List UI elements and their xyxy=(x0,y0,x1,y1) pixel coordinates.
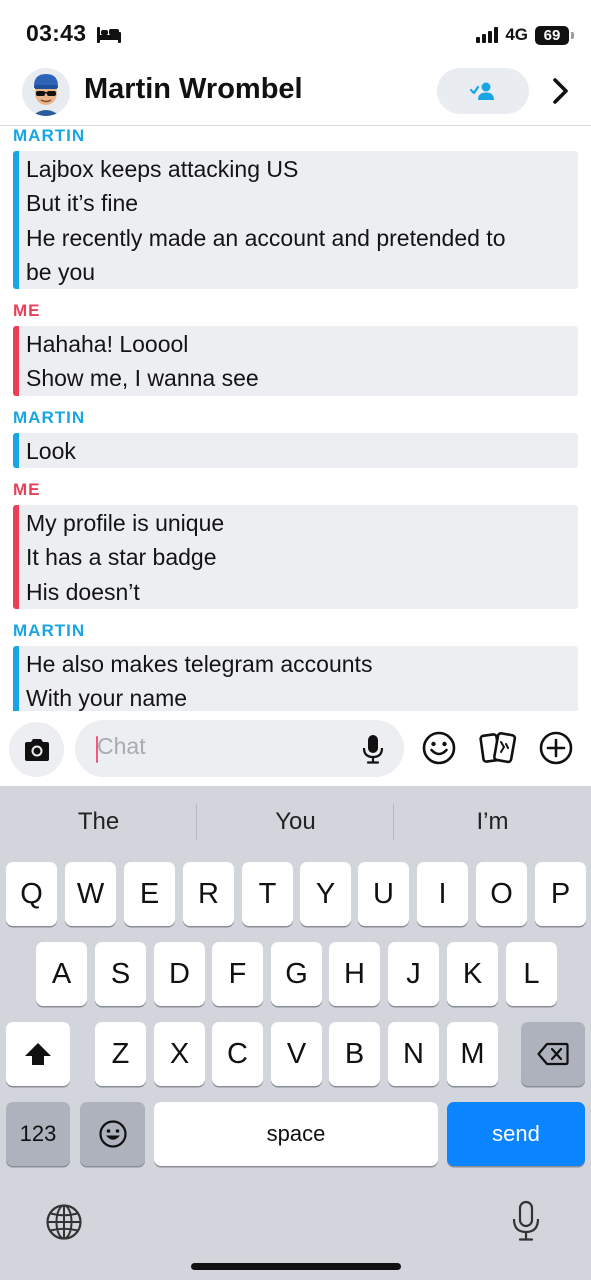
message-bubble[interactable]: He also makes telegram accounts With you… xyxy=(13,645,578,711)
message-text: My profile is unique xyxy=(26,510,225,537)
add-friend-icon xyxy=(470,82,494,100)
camera-icon xyxy=(24,738,49,761)
space-key[interactable]: space xyxy=(154,1102,438,1166)
key-o[interactable]: O xyxy=(476,862,527,926)
message-text: It has a star badge xyxy=(26,544,217,571)
message-group: ME Hahaha! Looool Show me, I wanna see xyxy=(0,302,591,396)
chat-input[interactable]: Chat xyxy=(75,720,404,777)
message-text: But it’s fine xyxy=(26,190,139,217)
bed-icon xyxy=(97,27,121,43)
key-i[interactable]: I xyxy=(417,862,468,926)
key-f[interactable]: F xyxy=(212,942,263,1006)
status-indicators: 4G 69 xyxy=(476,22,574,48)
key-e[interactable]: E xyxy=(124,862,175,926)
message-text: Show me, I wanna see xyxy=(26,365,259,392)
key-y[interactable]: Y xyxy=(300,862,351,926)
add-friend-button[interactable] xyxy=(437,68,529,114)
emoji-icon xyxy=(98,1120,127,1148)
backspace-key[interactable] xyxy=(521,1022,585,1086)
message-group: MARTIN Lajbox keeps attacking US But it’… xyxy=(0,127,591,290)
status-bar: 03:43 4G 69 xyxy=(0,0,591,62)
send-button[interactable]: send xyxy=(447,1102,585,1166)
key-t[interactable]: T xyxy=(242,862,293,926)
shift-key[interactable] xyxy=(6,1022,70,1086)
shift-arrow-icon xyxy=(25,1043,51,1065)
key-s[interactable]: S xyxy=(95,942,146,1006)
key-x[interactable]: X xyxy=(154,1022,205,1086)
suggestion-item[interactable]: You xyxy=(197,800,394,844)
message-bubble[interactable]: Hahaha! Looool Show me, I wanna see xyxy=(13,326,578,396)
key-h[interactable]: H xyxy=(329,942,380,1006)
sender-label: ME xyxy=(13,480,41,500)
cards-icon[interactable] xyxy=(479,730,517,766)
emoji-key[interactable] xyxy=(80,1102,145,1166)
chevron-right-icon[interactable] xyxy=(548,76,572,106)
key-c[interactable]: C xyxy=(212,1022,263,1086)
microphone-icon[interactable] xyxy=(512,1200,540,1242)
message-group: ME My profile is unique It has a star ba… xyxy=(0,481,591,609)
message-group: MARTIN Look xyxy=(0,407,591,469)
message-bubble[interactable]: Lajbox keeps attacking US But it’s fine … xyxy=(13,151,578,290)
message-text: Hahaha! Looool xyxy=(26,331,189,358)
key-k[interactable]: K xyxy=(447,942,498,1006)
contact-name[interactable]: Martin Wrombel xyxy=(84,73,303,106)
key-u[interactable]: U xyxy=(358,862,409,926)
message-text: Lajbox keeps attacking US xyxy=(26,156,299,182)
numbers-key[interactable]: 123 xyxy=(6,1102,70,1166)
key-r[interactable]: R xyxy=(183,862,234,926)
key-m[interactable]: M xyxy=(447,1022,498,1086)
key-q[interactable]: Q xyxy=(6,862,57,926)
key-p[interactable]: P xyxy=(535,862,586,926)
suggestion-bar: The You I’m xyxy=(0,800,591,844)
chat-placeholder: Chat xyxy=(97,733,146,759)
backspace-icon xyxy=(537,1042,569,1066)
message-text: He also makes telegram accounts xyxy=(26,650,373,677)
message-bubble[interactable]: My profile is unique It has a star badge… xyxy=(13,505,578,609)
key-b[interactable]: B xyxy=(329,1022,380,1086)
chat-input-bar: Chat xyxy=(0,711,591,786)
bitmoji-avatar-icon[interactable] xyxy=(22,68,70,116)
status-time: 03:43 xyxy=(26,20,87,46)
battery-indicator: 69 xyxy=(535,25,574,45)
key-g[interactable]: G xyxy=(271,942,322,1006)
suggestion-item[interactable]: I’m xyxy=(394,800,591,844)
key-n[interactable]: N xyxy=(388,1022,439,1086)
sender-label: MARTIN xyxy=(13,620,86,640)
key-v[interactable]: V xyxy=(271,1022,322,1086)
home-indicator xyxy=(191,1263,401,1270)
sender-label: MARTIN xyxy=(13,127,86,145)
message-list[interactable]: MARTIN Lajbox keeps attacking US But it’… xyxy=(0,127,591,711)
sender-label: ME xyxy=(13,301,41,321)
plus-circle-icon[interactable] xyxy=(538,730,574,766)
microphone-icon[interactable] xyxy=(362,734,384,764)
message-group: MARTIN He also makes telegram accounts W… xyxy=(0,620,591,711)
cellular-signal-icon xyxy=(476,27,499,43)
suggestion-item[interactable]: The xyxy=(0,800,197,844)
globe-icon[interactable] xyxy=(45,1203,83,1241)
message-bubble[interactable]: Look xyxy=(13,432,578,469)
key-w[interactable]: W xyxy=(65,862,116,926)
key-d[interactable]: D xyxy=(154,942,205,1006)
key-l[interactable]: L xyxy=(506,942,557,1006)
sender-label: MARTIN xyxy=(13,407,86,427)
chat-header: Martin Wrombel xyxy=(0,62,591,126)
key-j[interactable]: J xyxy=(388,942,439,1006)
message-text: Look xyxy=(26,437,76,464)
network-type: 4G xyxy=(505,25,528,44)
key-z[interactable]: Z xyxy=(95,1022,146,1086)
key-a[interactable]: A xyxy=(36,942,87,1006)
camera-button[interactable] xyxy=(9,722,64,777)
message-text: His doesn’t xyxy=(26,578,140,605)
message-text: He recently made an account and pretende… xyxy=(26,224,506,251)
message-text: With your name xyxy=(26,685,188,711)
message-text: be you xyxy=(26,258,96,285)
keyboard: The You I’m Q W E R T Y U I O P A S D F … xyxy=(0,786,591,1280)
smiley-face-icon[interactable] xyxy=(421,730,457,766)
